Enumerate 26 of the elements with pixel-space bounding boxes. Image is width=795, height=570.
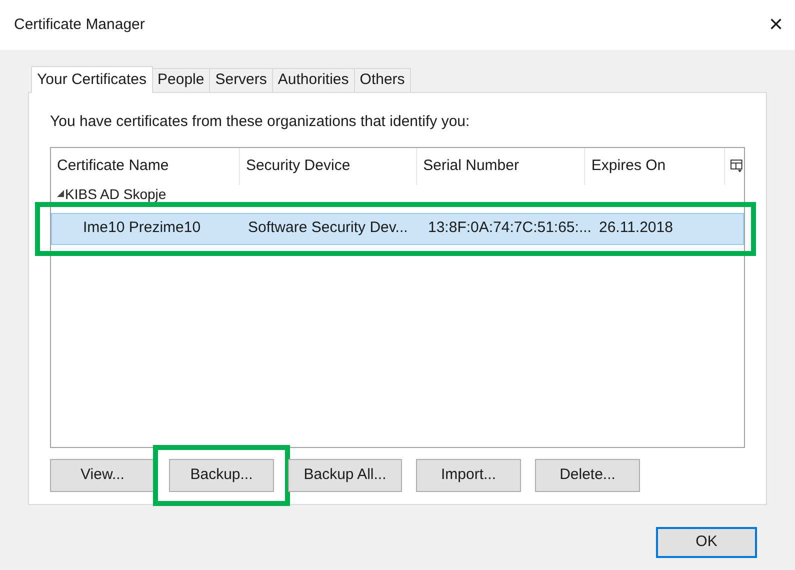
action-button[interactable]: Import... xyxy=(416,458,521,492)
table-cell-text: Ime10 Prezime10 xyxy=(82,218,202,238)
expand-triangle-icon[interactable] xyxy=(57,190,64,197)
close-button[interactable]: × xyxy=(760,13,791,37)
ok-button[interactable]: OK xyxy=(656,527,757,558)
column-header[interactable]: Expires On xyxy=(585,148,726,184)
action-button[interactable]: Delete... xyxy=(535,458,640,492)
action-button[interactable]: Backup All... xyxy=(288,458,402,492)
column-picker-icon[interactable] xyxy=(730,159,744,173)
group-label: KIBS AD Skopje xyxy=(65,186,166,202)
table-cell-text: 26.11.2018 xyxy=(598,218,674,238)
action-button[interactable]: View... xyxy=(50,458,155,492)
table-cell-text: 13:8F:0A:74:7C:51:65:... xyxy=(427,218,592,238)
tab[interactable]: Others xyxy=(354,68,411,92)
tab[interactable]: People xyxy=(152,68,210,92)
window-title: Certificate Manager xyxy=(14,14,145,35)
column-header[interactable]: Serial Number xyxy=(417,148,586,184)
action-button[interactable]: Backup... xyxy=(169,458,274,492)
column-header[interactable]: Certificate Name xyxy=(51,148,240,184)
tab[interactable]: Your Certificates xyxy=(31,66,152,93)
tab[interactable]: Servers xyxy=(210,68,273,92)
intro-text: You have certificates from these organizations that identify you: xyxy=(50,112,471,132)
certificate-row[interactable]: Ime10 Prezime10 Software Security Dev... 13:8F:0A:74:7C:51:65:... 26.11.2018 xyxy=(51,212,744,244)
column-header[interactable]: Security Device xyxy=(240,148,418,184)
table-cell-text: Software Security Dev... xyxy=(247,218,409,238)
tab[interactable]: Authorities xyxy=(272,68,355,92)
